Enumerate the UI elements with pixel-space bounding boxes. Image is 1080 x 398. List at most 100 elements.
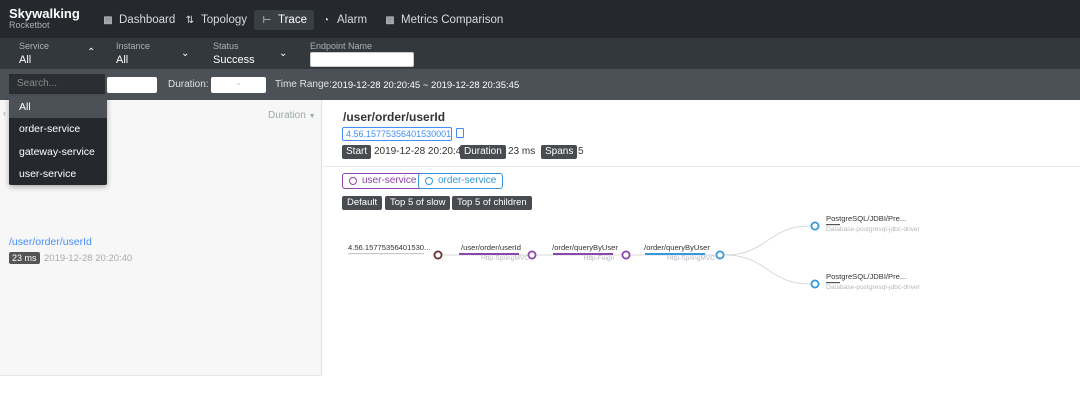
- nav-topology-label: Topology: [201, 14, 248, 26]
- dropdown-item-gateway-service[interactable]: gateway-service: [9, 141, 107, 163]
- trace-node-circle[interactable]: [810, 279, 820, 289]
- trace-node[interactable]: PostgreSQL/JDBI/Pre... Database-postgresq…: [810, 272, 921, 291]
- trace-node-label: /user/order/userId: [461, 243, 521, 252]
- trace-node[interactable]: /order/queryByUser Http-Feign: [552, 243, 631, 262]
- nav-alarm[interactable]: ◔ Alarm: [320, 11, 367, 29]
- dropdown-item-all[interactable]: All: [9, 96, 107, 118]
- trace-node-circle[interactable]: [621, 250, 631, 260]
- trace-node-component: Http-SpringMVC: [667, 255, 715, 262]
- service-select[interactable]: Service All: [19, 41, 49, 67]
- trace-endpoint-title: /user/order/userId: [343, 110, 446, 124]
- service-legend-order-service[interactable]: order-service: [418, 173, 504, 189]
- divider: [323, 166, 1080, 167]
- nav-dashboard[interactable]: ▩ Dashboard: [102, 11, 175, 29]
- trace-node-label: /order/queryByUser: [552, 243, 618, 252]
- trace-icon: ⊢: [262, 15, 272, 26]
- service-legend-label: order-service: [438, 175, 497, 186]
- instance-select[interactable]: Instance All: [116, 41, 150, 67]
- trace-tree: 4.56.15775356401530... /user/order/userId…: [348, 214, 921, 291]
- trace-node-circle[interactable]: [715, 250, 725, 260]
- status-select-label: Status: [213, 41, 239, 51]
- endpoint-name-label: Endpoint Name: [310, 41, 373, 51]
- duration-input[interactable]: -: [211, 77, 266, 93]
- trace-node-component: Http-SpringMVC: [481, 255, 529, 262]
- trace-id-input[interactable]: [107, 77, 157, 93]
- circle-icon: [349, 177, 357, 185]
- service-search-input[interactable]: Search...: [9, 74, 105, 94]
- trace-node-circle[interactable]: [433, 250, 443, 260]
- time-range-label: Time Range:: [275, 79, 332, 90]
- nav-trace[interactable]: ⊢ Trace: [254, 10, 314, 30]
- duration-sort-label: Duration: [268, 110, 306, 121]
- brand-logo[interactable]: Skywalking Rocketbot: [9, 6, 80, 30]
- trace-node-label: 4.56.15775356401530...: [348, 243, 430, 252]
- dropdown-item-user-service[interactable]: user-service: [9, 163, 107, 185]
- nav-alarm-label: Alarm: [337, 14, 368, 26]
- trace-id-value: 4.56.15775356401530001: [346, 129, 452, 139]
- trace-tree-nodes: 4.56.15775356401530... /user/order/userId…: [348, 214, 921, 291]
- service-legend-label: user-service: [362, 175, 417, 186]
- nav-topology[interactable]: ⇅ Topology: [184, 11, 247, 29]
- trace-node-circle[interactable]: [527, 250, 537, 260]
- trace-node-duration-bar: [348, 253, 424, 255]
- trace-duration-badge: 23 ms: [9, 252, 40, 264]
- trace-node-component: Http-Feign: [584, 255, 615, 262]
- top-navigation-bar: Skywalking Rocketbot ▩ Dashboard ⇅ Topolog…: [0, 0, 1080, 38]
- trace-node[interactable]: /user/order/userId Http-SpringMVC: [459, 243, 537, 262]
- nav-metrics-comparison[interactable]: ▩ Metrics Comparison: [384, 11, 503, 29]
- brand-name: Skywalking: [9, 6, 80, 21]
- nav-trace-label: Trace: [278, 14, 307, 26]
- brand-subtitle: Rocketbot: [9, 20, 50, 30]
- chevron-down-icon[interactable]: ⌄: [279, 48, 287, 59]
- instance-select-label: Instance: [116, 41, 151, 51]
- trace-edge: [724, 225, 811, 256]
- bar-chart-icon: ▩: [385, 15, 395, 26]
- trace-node-label: PostgreSQL/JDBI/Pre...: [826, 272, 906, 281]
- trace-node-component: Database-postgresql-jdbc-driver: [826, 284, 921, 291]
- dropdown-item-order-service[interactable]: order-service: [9, 118, 107, 140]
- start-value: 2019-12-28 20:20:40: [374, 146, 467, 157]
- chevron-left-icon[interactable]: ‹: [3, 108, 6, 118]
- duration-sort-header[interactable]: Duration ▼: [268, 110, 316, 121]
- service-legend-user-service[interactable]: user-service: [342, 173, 424, 189]
- topology-icon: ⇅: [185, 15, 195, 26]
- chevron-up-icon[interactable]: ⌃: [87, 47, 95, 58]
- endpoint-filter: Endpoint Name: [310, 41, 372, 52]
- chevron-down-icon[interactable]: ⌄: [181, 48, 189, 59]
- duration-label: Duration:: [168, 79, 209, 90]
- trace-filter-bar: Service All ⌃ Instance All ⌄ Status Succ…: [0, 38, 1080, 69]
- trace-list-item-endpoint[interactable]: /user/order/userId: [9, 236, 92, 248]
- trace-edge: [724, 254, 811, 285]
- nav-dashboard-label: Dashboard: [119, 14, 176, 26]
- trace-node-component: Database-postgresql-jdbc-driver: [826, 226, 921, 233]
- duration-tag: Duration: [460, 145, 506, 159]
- trace-node-circle[interactable]: [810, 221, 820, 231]
- bar-chart-icon: ▩: [103, 15, 113, 26]
- circle-icon: [425, 177, 433, 185]
- service-select-label: Service: [19, 41, 50, 51]
- spans-tag: Spans: [541, 145, 578, 159]
- spans-value: 5: [578, 146, 584, 157]
- trace-node-label: /order/queryByUser: [644, 243, 710, 252]
- instance-select-value: All: [116, 54, 129, 66]
- copy-icon[interactable]: [456, 128, 464, 138]
- trace-id-select[interactable]: 4.56.15775356401530001 ▼: [342, 127, 452, 151]
- status-select-value: Success: [213, 54, 255, 66]
- trace-node[interactable]: PostgreSQL/JDBI/Pre... Database-postgresq…: [810, 214, 921, 233]
- service-select-value: All: [19, 54, 32, 66]
- trace-node-label: PostgreSQL/JDBI/Pre...: [826, 214, 906, 223]
- trace-options-bar: Duration: Time Range:: [0, 69, 1080, 100]
- trace-node[interactable]: /order/queryByUser Http-SpringMVC: [644, 243, 725, 262]
- time-range-value[interactable]: 2019-12-28 20:20:45 ~ 2019-12-28 20:35:4…: [332, 80, 519, 91]
- status-select[interactable]: Status Success: [213, 41, 255, 67]
- trace-node[interactable]: 4.56.15775356401530...: [348, 243, 443, 260]
- endpoint-name-input[interactable]: [310, 52, 414, 67]
- trace-list-pagination: [0, 375, 322, 398]
- alarm-icon: ◔: [322, 15, 330, 26]
- duration-value: 23 ms: [508, 146, 536, 157]
- nav-metrics-comparison-label: Metrics Comparison: [401, 14, 504, 26]
- sort-down-icon: ▼: [308, 113, 316, 120]
- start-tag: Start: [342, 145, 372, 159]
- service-dropdown-menu: All order-service gateway-service user-s…: [9, 96, 107, 185]
- trace-list-item-time: 2019-12-28 20:20:40: [44, 253, 133, 264]
